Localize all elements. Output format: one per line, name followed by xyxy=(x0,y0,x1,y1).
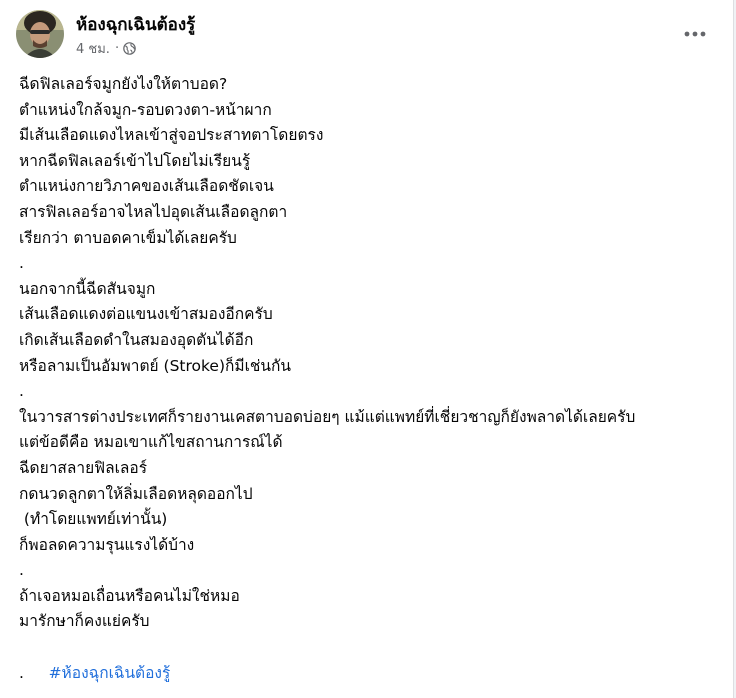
post-line: . xyxy=(19,561,24,580)
post-line: ฉีดฟิลเลอร์จมูกยังไงให้ตาบอด? xyxy=(19,75,228,93)
post-line: นอกจากนี้ฉีดสันจมูก xyxy=(19,279,156,298)
post-timestamp[interactable]: 4 ชม. xyxy=(76,38,110,59)
more-options-icon xyxy=(684,31,706,37)
meta-separator: · xyxy=(114,41,120,56)
post-line: เส้นเลือดแดงต่อแขนงเข้าสมองอีกครับ xyxy=(19,305,273,324)
post-header: ห้องฉุกเฉินต้องรู้ 4 ชม. · xyxy=(0,0,733,70)
post-line: ฉีดยาสลายฟิลเลอร์ xyxy=(19,458,148,477)
post-line: (ทำโดยแพทย์เท่านั้น) xyxy=(19,510,168,529)
post-line: ตำแหน่งใกล้จมูก-รอบดวงตา-หน้าผาก xyxy=(19,100,272,119)
post-line: มารักษาก็คงแย่ครับ xyxy=(19,612,150,631)
more-options-button[interactable] xyxy=(677,16,713,52)
post-line: หรือลามเป็นอัมพาตย์ (Stroke)ก็มีเช่นกัน xyxy=(19,356,292,375)
post-line: สารฟิลเลอร์อาจไหลไปอุดเส้นเลือดลูกตา xyxy=(19,202,288,221)
hashtag-line: #ห้องฉุกเฉินต้องรู้ xyxy=(19,635,719,682)
post-line: เกิดเส้นเลือดดำในสมองอุดตันได้อีก xyxy=(19,330,254,349)
post-meta: 4 ชม. · xyxy=(76,38,136,59)
post-line: . xyxy=(19,254,24,273)
hashtag-link[interactable]: #ห้องฉุกเฉินต้องรู้ xyxy=(49,664,171,682)
post-body: ฉีดฟิลเลอร์จมูกยังไงให้ตาบอด? ตำแหน่งใกล… xyxy=(19,72,719,686)
globe-icon[interactable] xyxy=(123,42,136,55)
post-line: กดนวดลูกตาให้ลิ่มเลือดหลุดออกไป xyxy=(19,484,253,503)
author-avatar[interactable] xyxy=(16,10,64,58)
post-line: มีเส้นเลือดแดงไหลเข้าสู่จอประสาทตาโดยตรง xyxy=(19,126,324,145)
post-line: . xyxy=(19,382,24,401)
post-line: ในวารสารต่างประเทศก็รายงานเคสตาบอดบ่อยๆ … xyxy=(19,407,636,426)
post-card: ห้องฉุกเฉินต้องรู้ 4 ชม. · ฉีดฟิลเลอร์จม xyxy=(0,0,734,698)
post-line: เรียกว่า ตาบอดคาเข็มได้เลยครับ xyxy=(19,228,237,247)
post-line: แต่ข้อดีคือ หมอเขาแก้ไขสถานการณ์ได้ xyxy=(19,433,283,452)
post-line: หากฉีดฟิลเลอร์เข้าไปโดยไม่เรียนรู้ xyxy=(19,151,251,170)
post-line: ก็พอลดความรุนแรงได้บ้าง xyxy=(19,535,195,554)
post-line: ตำแหน่งกายวิภาคของเส้นเลือดชัดเจน xyxy=(19,177,274,196)
author-name[interactable]: ห้องฉุกเฉินต้องรู้ xyxy=(76,11,195,38)
post-line: ถ้าเจอหมอเถื่อนหรือคนไม่ใช่หมอ xyxy=(19,586,240,605)
